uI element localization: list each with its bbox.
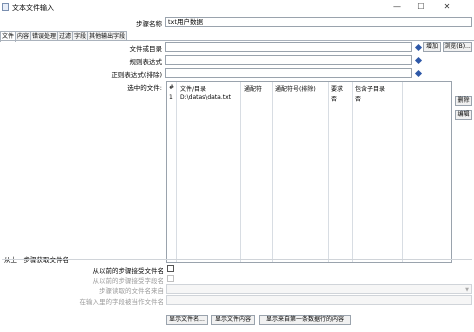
- accept-fieldname-label: 从以前的步骤接受字段名: [92, 277, 165, 285]
- regex-label: 规则表达式: [129, 58, 163, 66]
- maximize-button[interactable]: ☐: [410, 0, 432, 14]
- step-name-label: 步骤名称: [136, 20, 162, 28]
- close-button[interactable]: ✕: [436, 0, 458, 14]
- input-field-select[interactable]: [166, 295, 472, 305]
- step-field-label: 步骤读取的文件名来自: [99, 287, 164, 295]
- table-header: 文件/目录: [180, 86, 207, 93]
- delete-button[interactable]: 删除: [455, 96, 472, 106]
- table-column: [167, 82, 177, 262]
- accept-fieldname-checkbox[interactable]: [167, 275, 174, 282]
- app-icon: [2, 3, 9, 11]
- table-column: [177, 82, 241, 262]
- selected-files-table[interactable]: # 文件/目录 通配符 通配符号(排除) 要求 包含子目录 1 D:\datas…: [166, 81, 452, 263]
- table-cell-number: 1: [169, 94, 173, 101]
- selected-files-label: 选中的文件:: [127, 84, 162, 92]
- file-or-dir-label: 文件或目录: [129, 45, 163, 53]
- variable-icon: [414, 43, 423, 52]
- step-name-input[interactable]: txt用户数据: [165, 17, 472, 27]
- regex-exclude-label: 正则表达式(排除): [111, 71, 162, 79]
- regex-exclude-input[interactable]: [165, 68, 412, 78]
- table-header: 通配符: [244, 86, 263, 93]
- edit-button[interactable]: 编辑: [455, 110, 472, 120]
- chevron-down-icon: ▼: [465, 287, 469, 293]
- show-file-content-button[interactable]: 显示文件内容: [211, 315, 255, 325]
- regex-input[interactable]: [165, 55, 412, 65]
- variable-icon: [414, 56, 423, 65]
- tab-divider: [0, 40, 474, 41]
- accept-filenames-checkbox[interactable]: [167, 265, 174, 272]
- table-header: #: [169, 84, 175, 91]
- add-button[interactable]: 增加: [423, 42, 441, 52]
- file-or-dir-input[interactable]: [165, 42, 412, 52]
- table-column: [241, 82, 273, 262]
- variable-icon: [414, 69, 423, 78]
- window-title: 文本文件输入: [12, 4, 54, 12]
- table-cell-required[interactable]: 否: [331, 94, 337, 103]
- dialog-body: 步骤名称 txt用户数据 文件 内容 错误处理 过滤 字段 其他输出字段 文件或…: [0, 14, 474, 332]
- accept-filenames-label: 从以前的步骤接受文件名: [92, 267, 165, 275]
- show-first-row-content-button[interactable]: 显示来自第一条数据行的内容: [259, 315, 351, 325]
- table-cell-subdirs[interactable]: 否: [355, 94, 361, 103]
- table-column: [273, 82, 329, 262]
- minimize-button[interactable]: —: [386, 0, 408, 14]
- show-filenames-button[interactable]: 显示文件名...: [166, 315, 208, 325]
- title-bar: 文本文件输入 — ☐ ✕: [0, 0, 474, 14]
- step-field-select[interactable]: ▼: [166, 284, 472, 294]
- table-column: [353, 82, 403, 262]
- table-header: 包含子目录: [355, 86, 386, 93]
- table-header: 要求: [331, 86, 344, 93]
- group-divider: [2, 259, 472, 260]
- table-column: [329, 82, 353, 262]
- input-field-label: 在输入里的字段被当作文件名: [79, 298, 165, 306]
- browse-button[interactable]: 浏览(B)...: [443, 42, 472, 52]
- table-cell-path[interactable]: D:\datas\data.txt: [180, 94, 231, 101]
- table-header: 通配符号(排除): [275, 86, 316, 93]
